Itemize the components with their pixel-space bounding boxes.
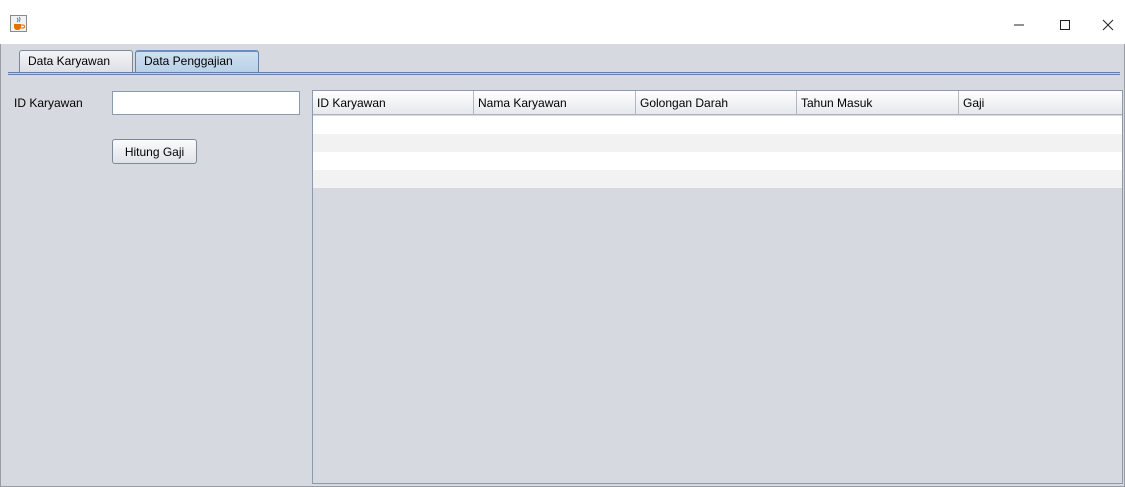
table-cell[interactable] <box>474 134 636 152</box>
close-button[interactable] <box>1085 10 1125 40</box>
column-header-tahun-masuk[interactable]: Tahun Masuk <box>797 91 959 115</box>
tab-divider <box>8 72 1120 75</box>
table-cell[interactable] <box>636 116 797 134</box>
table-cell[interactable] <box>313 134 474 152</box>
minimize-icon <box>1014 24 1024 26</box>
column-header-nama-karyawan[interactable]: Nama Karyawan <box>474 91 636 115</box>
java-cup-icon[interactable] <box>10 15 27 32</box>
table-cell[interactable] <box>959 134 1122 152</box>
tab-data-karyawan[interactable]: Data Karyawan <box>19 50 133 72</box>
penggajian-table[interactable]: ID Karyawan Nama Karyawan Golongan Darah… <box>312 90 1123 484</box>
table-cell[interactable] <box>797 152 959 170</box>
close-icon <box>1102 19 1114 31</box>
table-cell[interactable] <box>313 170 474 188</box>
table-cell[interactable] <box>474 152 636 170</box>
hitung-gaji-button[interactable]: Hitung Gaji <box>112 139 197 164</box>
minimize-button[interactable] <box>996 10 1042 40</box>
table-cell[interactable] <box>636 134 797 152</box>
title-bar <box>0 0 1125 44</box>
table-header: ID Karyawan Nama Karyawan Golongan Darah… <box>313 91 1122 115</box>
id-karyawan-input[interactable] <box>112 91 300 115</box>
table-cell[interactable] <box>797 170 959 188</box>
main-panel: Data Karyawan Data Penggajian ID Karyawa… <box>0 44 1125 487</box>
table-cell[interactable] <box>797 134 959 152</box>
column-header-id-karyawan[interactable]: ID Karyawan <box>313 91 474 115</box>
table-cell[interactable] <box>313 152 474 170</box>
table-cell[interactable] <box>313 116 474 134</box>
table-cell[interactable] <box>797 116 959 134</box>
table-row[interactable] <box>313 116 1122 134</box>
table-cell[interactable] <box>959 152 1122 170</box>
table-cell[interactable] <box>636 152 797 170</box>
table-cell[interactable] <box>474 170 636 188</box>
column-header-gaji[interactable]: Gaji <box>959 91 1122 115</box>
maximize-button[interactable] <box>1042 10 1088 40</box>
table-cell[interactable] <box>959 170 1122 188</box>
table-cell[interactable] <box>474 116 636 134</box>
table-row[interactable] <box>313 152 1122 170</box>
table-cell[interactable] <box>959 116 1122 134</box>
table-row[interactable] <box>313 170 1122 188</box>
tab-data-penggajian[interactable]: Data Penggajian <box>135 50 259 72</box>
column-header-golongan-darah[interactable]: Golongan Darah <box>636 91 797 115</box>
table-body <box>313 116 1122 188</box>
maximize-icon <box>1060 20 1070 30</box>
table-row[interactable] <box>313 134 1122 152</box>
id-karyawan-label: ID Karyawan <box>14 96 83 110</box>
table-cell[interactable] <box>636 170 797 188</box>
